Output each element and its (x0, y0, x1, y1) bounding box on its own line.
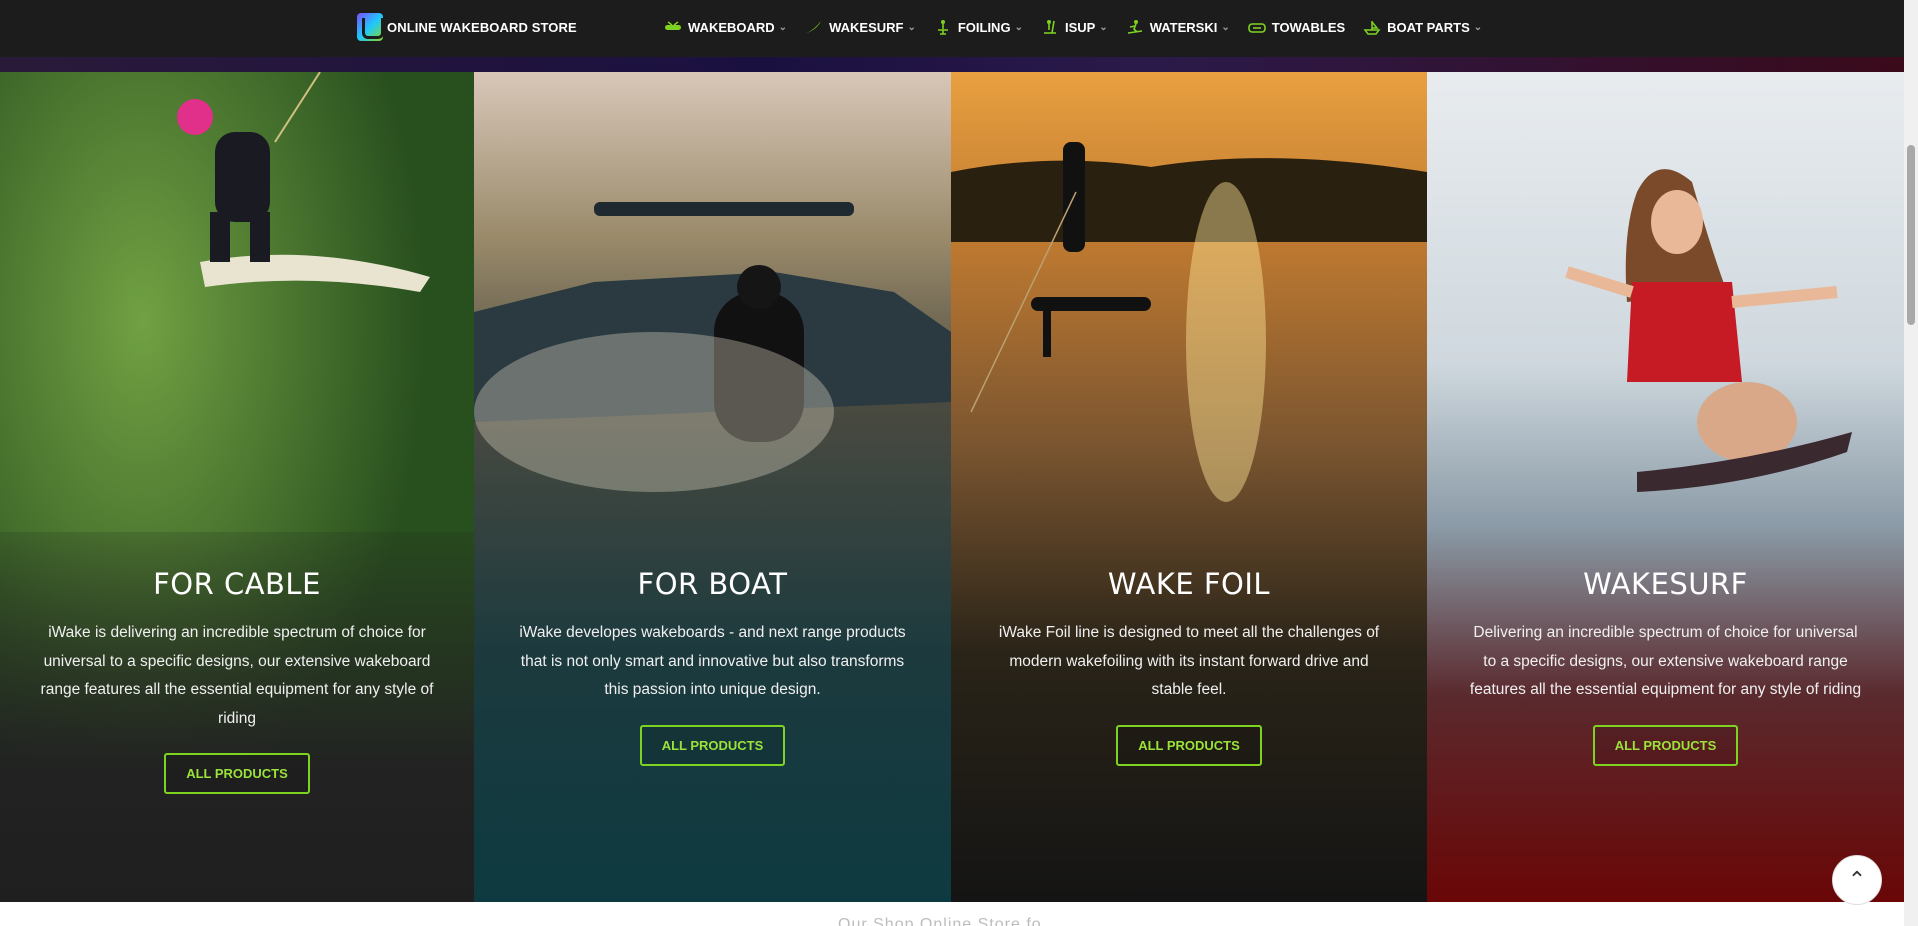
chevron-up-icon: ⌃ (1847, 867, 1867, 892)
page-scrollbar[interactable] (1904, 0, 1918, 926)
category-panels: FOR CABLE iWake is delivering an incredi… (0, 72, 1904, 902)
panel-title: FOR BOAT (637, 567, 788, 601)
panel-wakesurf: WAKESURF Delivering an incredible spectr… (1427, 72, 1904, 902)
nav-item-towables[interactable]: TOWABLES (1247, 19, 1346, 35)
wakesurf-icon (805, 19, 823, 35)
boat-parts-icon (1363, 19, 1381, 35)
panel-description: iWake developes wakeboards - and next ra… (519, 624, 906, 698)
nav-label: BOAT PARTS (1387, 19, 1470, 35)
waterski-icon (1126, 19, 1144, 35)
next-section: Our Shop Online Store fo (0, 902, 1904, 926)
wakeboard-icon (664, 19, 682, 35)
nav-label: WAKEBOARD (688, 19, 775, 35)
all-products-button[interactable]: ALL PRODUCTS (164, 753, 310, 794)
panel-title: WAKE FOIL (1107, 567, 1271, 601)
site-header: ONLINE WAKEBOARD STORE WAKEBOARD ⌄ WAKES… (0, 0, 1904, 57)
panel-title: FOR CABLE (153, 567, 321, 601)
boat-rider-image (474, 202, 951, 492)
chevron-down-icon: ⌄ (1221, 21, 1230, 33)
isup-icon (1041, 19, 1059, 35)
chevron-down-icon: ⌄ (778, 21, 788, 33)
nav-label: ISUP (1064, 19, 1096, 35)
nav-item-wakeboard[interactable]: WAKEBOARD ⌄ (664, 19, 787, 35)
panel-content: FOR CABLE iWake is delivering an incredi… (0, 567, 474, 794)
panel-wake-foil: WAKE FOIL iWake Foil line is designed to… (951, 72, 1427, 902)
chevron-down-icon: ⌄ (1473, 21, 1483, 33)
scrollbar-thumb[interactable] (1907, 145, 1915, 325)
panel-for-cable: FOR CABLE iWake is delivering an incredi… (0, 72, 474, 902)
nav-item-boat-parts[interactable]: BOAT PARTS ⌄ (1363, 19, 1482, 35)
nav-label: WAKESURF (829, 19, 904, 35)
chevron-down-icon: ⌄ (1099, 21, 1108, 33)
panel-content: WAKESURF Delivering an incredible spectr… (1427, 567, 1904, 766)
chevron-down-icon: ⌄ (1014, 21, 1023, 33)
nav-label: WATERSKI (1149, 19, 1218, 35)
all-products-button[interactable]: ALL PRODUCTS (639, 724, 786, 766)
nav-label: TOWABLES (1271, 19, 1346, 35)
panel-content: WAKE FOIL iWake Foil line is designed to… (951, 567, 1427, 766)
chevron-down-icon: ⌄ (907, 21, 916, 33)
panel-description: iWake Foil line is designed to meet all … (998, 624, 1380, 698)
wake-foil-image (951, 142, 1427, 502)
site-logo[interactable]: ONLINE WAKEBOARD STORE (357, 13, 577, 41)
nav-item-wakesurf[interactable]: WAKESURF ⌄ (805, 19, 916, 35)
hero-bottom-strip (0, 57, 1904, 72)
panel-description: iWake is delivering an incredible spectr… (40, 624, 434, 727)
nav-item-isup[interactable]: ISUP ⌄ (1041, 19, 1108, 35)
rider-cable-image (177, 72, 430, 292)
panel-for-boat: FOR BOAT iWake developes wakeboards - an… (474, 72, 951, 902)
logo-text: ONLINE WAKEBOARD STORE (387, 19, 577, 35)
towables-icon (1247, 19, 1266, 35)
panel-description: Delivering an incredible spectrum of cho… (1469, 624, 1862, 698)
main-nav: WAKEBOARD ⌄ WAKESURF ⌄ FOILING ⌄ ISUP ⌄ (664, 0, 1500, 54)
scroll-to-top-button[interactable]: ⌃ (1832, 855, 1882, 905)
logo-icon (357, 13, 384, 41)
nav-item-waterski[interactable]: WATERSKI ⌄ (1126, 19, 1230, 35)
wakesurf-rider-image (1565, 169, 1852, 492)
panel-content: FOR BOAT iWake developes wakeboards - an… (474, 567, 951, 766)
all-products-button[interactable]: ALL PRODUCTS (1592, 724, 1739, 766)
all-products-button[interactable]: ALL PRODUCTS (1116, 724, 1262, 766)
panel-title: WAKESURF (1583, 567, 1748, 601)
foiling-icon (934, 19, 952, 35)
nav-item-foiling[interactable]: FOILING ⌄ (934, 19, 1023, 35)
section-heading: Our Shop Online Store fo (838, 916, 1042, 926)
nav-label: FOILING (957, 19, 1011, 35)
